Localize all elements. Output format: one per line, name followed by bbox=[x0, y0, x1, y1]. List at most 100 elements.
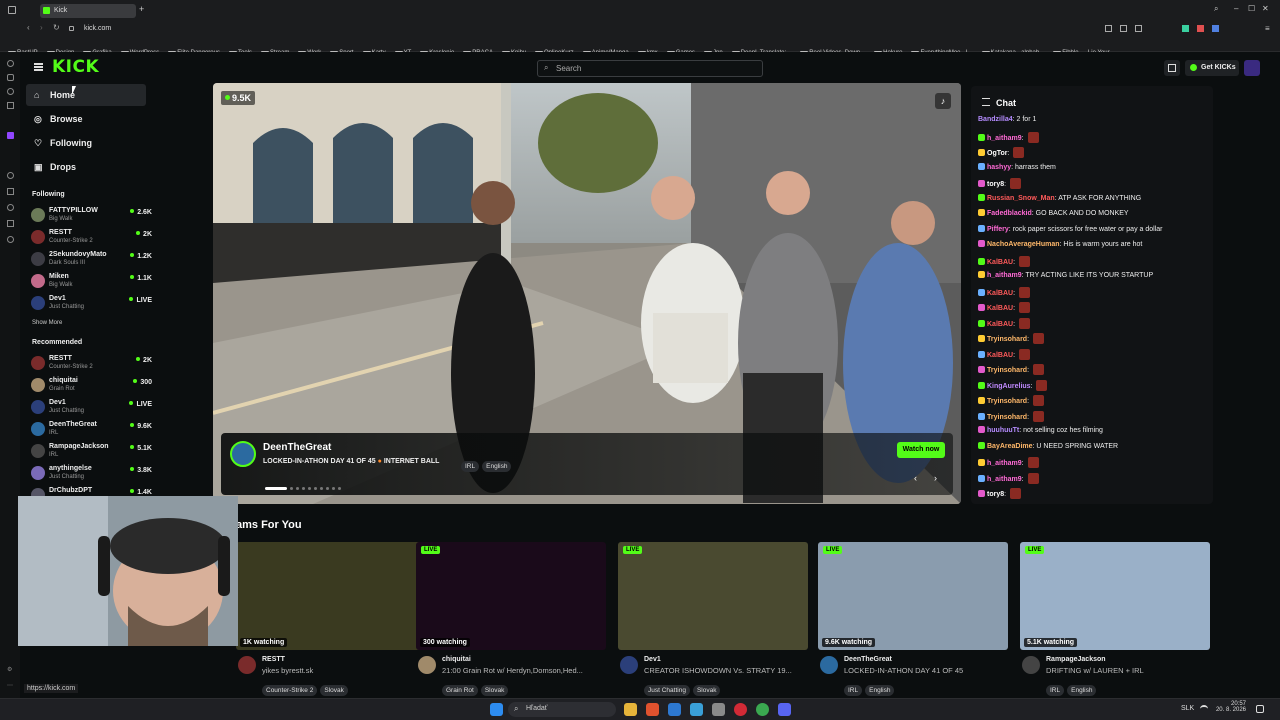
ext-icon-4[interactable] bbox=[1182, 25, 1189, 32]
channel-row[interactable]: anythingelse Just Chatting 3.8K bbox=[28, 462, 152, 484]
card-stream-title[interactable]: 21:00 Grain Rot w/ Herdyn,Domson,Hed... bbox=[442, 666, 607, 675]
app-icon-5[interactable] bbox=[712, 703, 725, 716]
stream-card[interactable]: LIVE 300 watching chiquitai 21:00 Grain Rot… bbox=[416, 542, 608, 696]
carousel-dot[interactable] bbox=[265, 487, 287, 490]
card-avatar[interactable] bbox=[820, 656, 838, 674]
channel-row[interactable]: 2SekundovyMato Dark Souls III 1.2K bbox=[28, 248, 152, 270]
chat-username[interactable]: OgTor bbox=[987, 150, 1007, 157]
chat-username[interactable]: h_aitham9 bbox=[987, 135, 1022, 142]
browser-tab-active[interactable]: Kick bbox=[40, 4, 136, 18]
close-icon[interactable]: ✕ bbox=[1262, 4, 1269, 13]
ext-icon-5[interactable] bbox=[1197, 25, 1204, 32]
tray-lang[interactable]: SLK bbox=[1181, 705, 1194, 712]
streamer-avatar[interactable] bbox=[230, 441, 256, 467]
stream-card[interactable]: 1K watching RESTT yikes byrestt.sk Counter-… bbox=[236, 542, 428, 696]
tray-clock[interactable]: 20:57 20. 8. 2026 bbox=[1212, 701, 1246, 713]
card-tag[interactable]: Slovak bbox=[480, 685, 509, 696]
carousel-dot[interactable] bbox=[326, 487, 329, 490]
chat-username[interactable]: Piffery bbox=[987, 226, 1009, 233]
chat-username[interactable]: Tryinsohard bbox=[987, 414, 1027, 421]
stream-tag[interactable]: IRL bbox=[461, 461, 480, 472]
taskbar-search[interactable]: ⌕ Hľadať bbox=[508, 702, 616, 717]
chat-username[interactable]: tory8 bbox=[987, 491, 1004, 498]
windows-start-icon[interactable] bbox=[490, 703, 503, 716]
mute-toggle-icon[interactable]: ♪ bbox=[935, 93, 951, 109]
kick-logo[interactable]: KICK bbox=[52, 57, 99, 77]
app-icon-4[interactable] bbox=[690, 703, 703, 716]
card-tag[interactable]: IRL bbox=[844, 685, 863, 696]
featured-stream[interactable]: 9.5K ♪ DeenTheGreat LOCKED-IN-ATHON DAY … bbox=[213, 83, 961, 504]
card-avatar[interactable] bbox=[1022, 656, 1040, 674]
carousel-dot[interactable] bbox=[314, 487, 317, 490]
new-tab-icon[interactable]: + bbox=[139, 4, 144, 14]
ext-icon-6[interactable] bbox=[1212, 25, 1219, 32]
card-avatar[interactable] bbox=[238, 656, 256, 674]
nav-item-following[interactable]: ♡ Following bbox=[26, 132, 146, 154]
stream-thumbnail[interactable]: LIVE bbox=[618, 542, 808, 650]
get-kicks-button[interactable]: Get KICKs bbox=[1185, 60, 1239, 76]
sidebar-icon-9[interactable] bbox=[7, 220, 14, 227]
hamburger-menu-icon[interactable] bbox=[34, 63, 43, 71]
chat-username[interactable]: Tryinsohard bbox=[987, 336, 1027, 343]
channel-row[interactable]: DeenTheGreat IRL 9.6K bbox=[28, 418, 152, 440]
sidebar-settings-icon[interactable]: ⚙ bbox=[7, 666, 12, 673]
carousel-next-icon[interactable]: › bbox=[934, 473, 937, 483]
chat-username[interactable]: KalBAU bbox=[987, 352, 1013, 359]
card-streamer-name[interactable]: RampageJackson bbox=[1046, 656, 1106, 663]
app-icon-3[interactable] bbox=[668, 703, 681, 716]
sidebar-more-icon[interactable]: ⋯ bbox=[7, 682, 13, 689]
sidebar-icon-10[interactable] bbox=[7, 236, 14, 243]
chat-username[interactable]: tory8 bbox=[987, 181, 1004, 188]
channel-row[interactable]: RESTT Counter-Strike 2 2K bbox=[28, 226, 152, 248]
sidebar-icon-6[interactable] bbox=[7, 172, 14, 179]
chat-username[interactable]: Bandzilla4 bbox=[978, 116, 1013, 123]
channel-row[interactable]: chiquitai Grain Rot 300 bbox=[28, 374, 152, 396]
card-avatar[interactable] bbox=[418, 656, 436, 674]
sidebar-icon-1[interactable] bbox=[7, 60, 14, 67]
stream-thumbnail[interactable]: LIVE 5.1K watching bbox=[1020, 542, 1210, 650]
channel-row[interactable]: RESTT Counter-Strike 2 2K bbox=[28, 352, 152, 374]
channel-row[interactable]: Dev1 Just Chatting LIVE bbox=[28, 396, 152, 418]
stream-thumbnail[interactable]: LIVE 9.6K watching bbox=[818, 542, 1008, 650]
user-avatar[interactable] bbox=[1244, 60, 1260, 76]
card-streamer-name[interactable]: RESTT bbox=[262, 656, 285, 663]
chat-username[interactable]: huuhuuTt bbox=[987, 427, 1019, 434]
chrome-icon[interactable] bbox=[756, 703, 769, 716]
channel-row[interactable]: Miken Big Walk 1.1K bbox=[28, 270, 152, 292]
twitch-icon[interactable] bbox=[7, 132, 14, 139]
channel-row[interactable]: FATTYPILLOW Big Walk 2.6K bbox=[28, 204, 152, 226]
chat-collapse-icon[interactable] bbox=[982, 98, 990, 106]
sidebar-icon-3[interactable] bbox=[7, 88, 14, 95]
sidebar-icon-8[interactable] bbox=[7, 204, 14, 211]
stream-tag[interactable]: English bbox=[482, 461, 512, 472]
nav-item-browse[interactable]: ◎ Browse bbox=[26, 108, 146, 130]
stream-card[interactable]: LIVE Dev1 CREATOR ISHOWDOWN Vs. STRATY 19.… bbox=[618, 542, 810, 696]
carousel-dot[interactable] bbox=[332, 487, 335, 490]
card-tag[interactable]: Just Chatting bbox=[644, 685, 690, 696]
chat-username[interactable]: h_aitham9 bbox=[987, 460, 1022, 467]
forward-icon[interactable]: › bbox=[40, 23, 43, 32]
carousel-prev-icon[interactable]: ‹ bbox=[914, 473, 917, 483]
card-streamer-name[interactable]: chiquitai bbox=[442, 656, 471, 663]
chat-username[interactable]: KalBAU bbox=[987, 259, 1013, 266]
card-stream-title[interactable]: CREATOR ISHOWDOWN Vs. STRATY 19... bbox=[644, 666, 809, 675]
carousel-dot[interactable] bbox=[308, 487, 311, 490]
card-stream-title[interactable]: LOCKED-IN-ATHON DAY 41 OF 45 bbox=[844, 666, 1009, 675]
sidebar-icon-2[interactable] bbox=[7, 74, 14, 81]
maximize-icon[interactable]: ☐ bbox=[1248, 4, 1255, 13]
file-explorer-icon[interactable] bbox=[624, 703, 637, 716]
chat-username[interactable]: h_aitham9 bbox=[987, 272, 1022, 279]
chat-username[interactable]: BayAreaDime bbox=[987, 443, 1033, 450]
ext-icon-1[interactable] bbox=[1105, 25, 1112, 32]
nav-item-drops[interactable]: ▣ Drops bbox=[26, 156, 146, 178]
ext-icon-2[interactable] bbox=[1120, 25, 1127, 32]
channel-row[interactable]: Dev1 Just Chatting LIVE bbox=[28, 292, 152, 314]
card-tag[interactable]: Slovak bbox=[320, 685, 348, 696]
sidebar-icon-7[interactable] bbox=[7, 188, 14, 195]
card-tag[interactable]: English bbox=[865, 685, 895, 696]
chat-username[interactable]: Russian_Snow_Man bbox=[987, 195, 1055, 202]
card-tag[interactable]: IRL bbox=[1046, 685, 1065, 696]
carousel-dot[interactable] bbox=[302, 487, 305, 490]
channel-row[interactable]: RampageJackson IRL 5.1K bbox=[28, 440, 152, 462]
stream-card[interactable]: LIVE 9.6K watching DeenTheGreat LOCKED-IN-A… bbox=[818, 542, 1010, 696]
